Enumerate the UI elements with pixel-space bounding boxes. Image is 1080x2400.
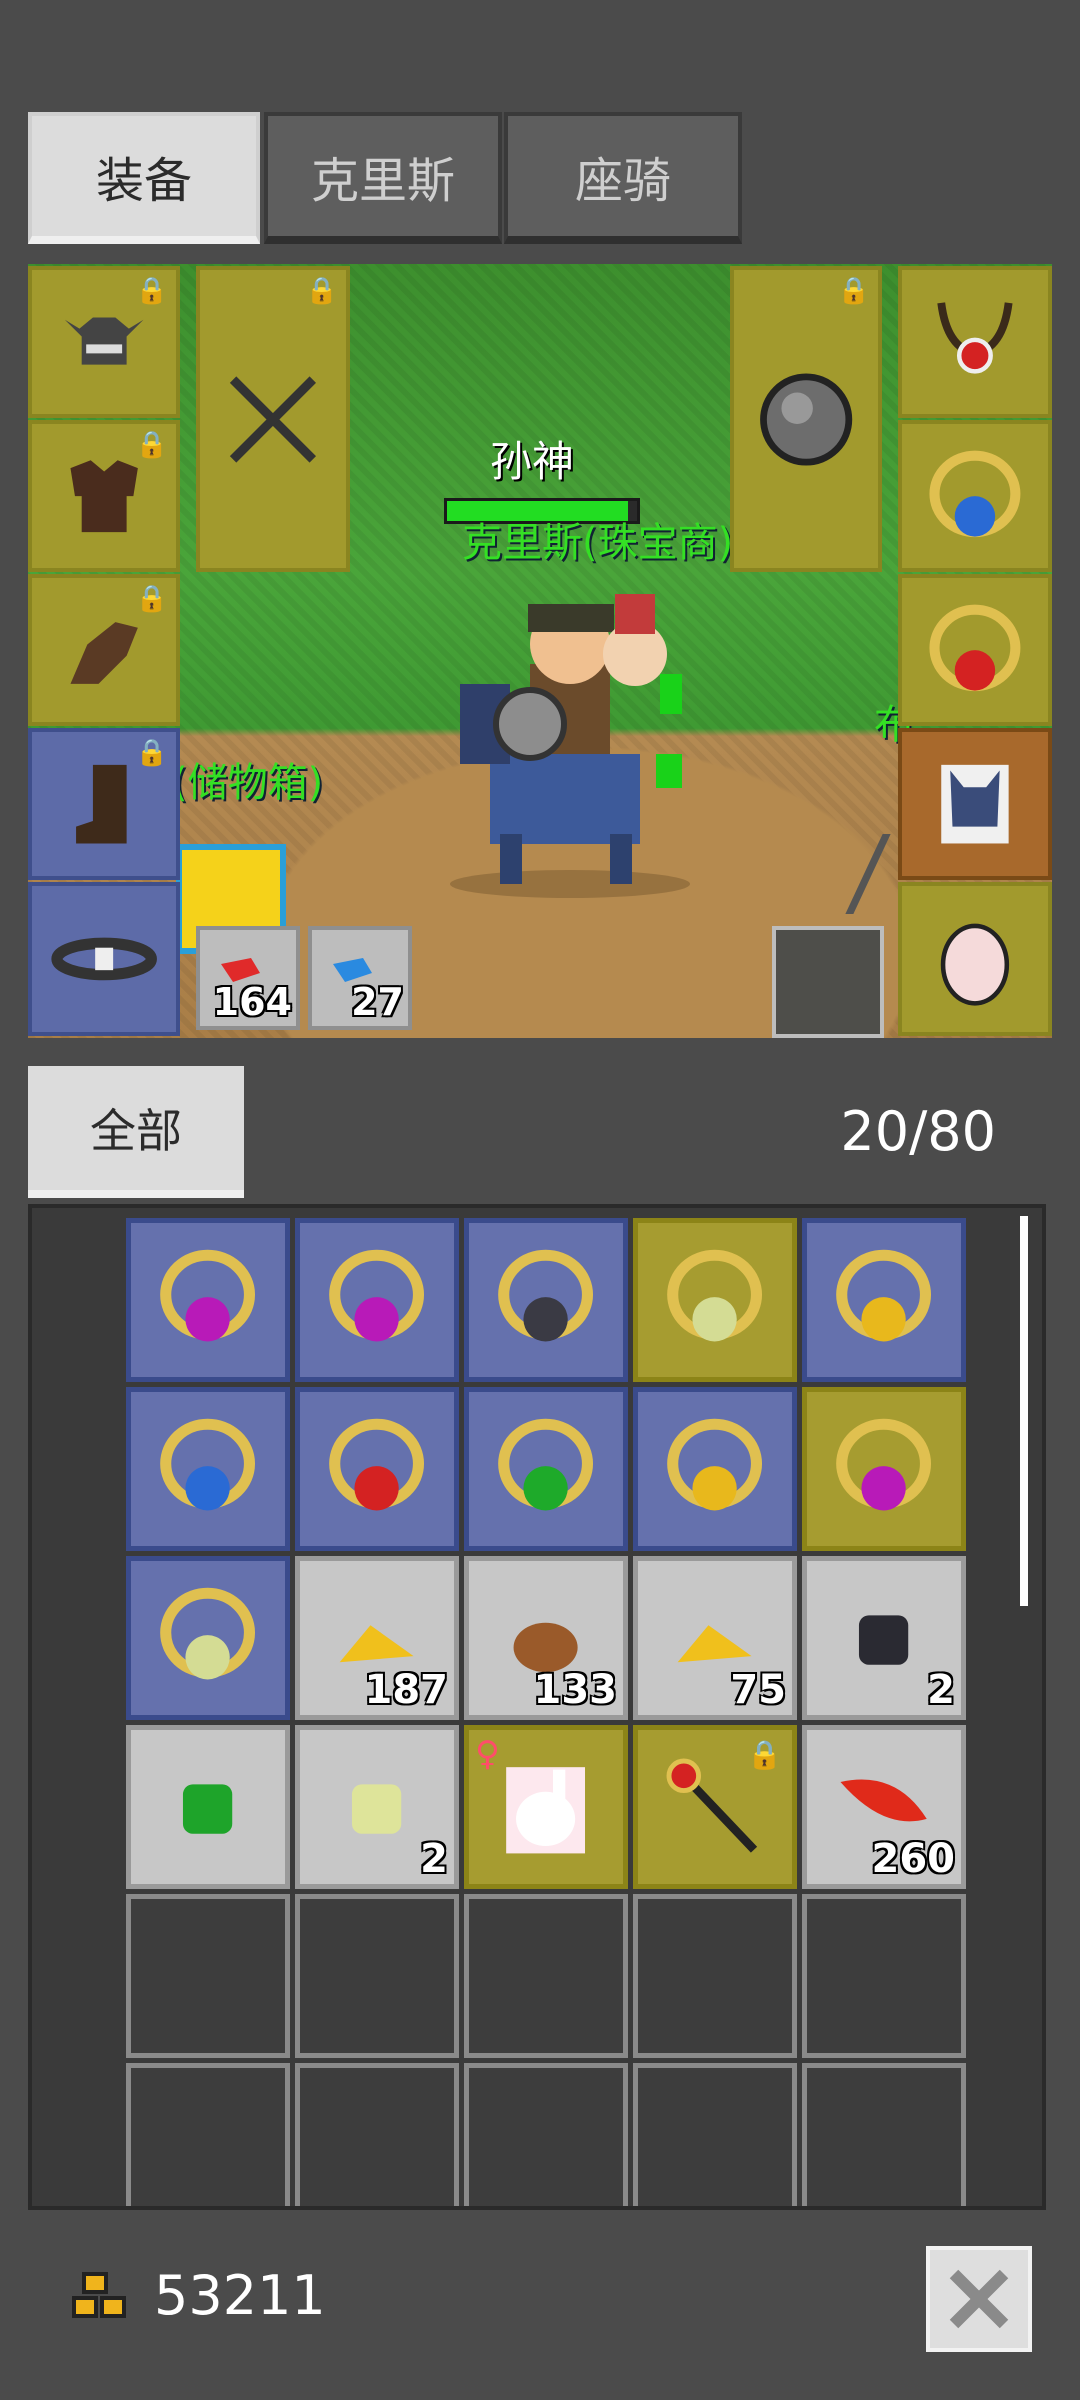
inventory-slot-empty[interactable]: [126, 1894, 290, 2058]
potion-count: 164: [212, 980, 292, 1024]
inventory-scrollbar[interactable]: [1020, 1216, 1028, 1606]
item-count: 133: [533, 1667, 618, 1713]
lock-icon: 🔒: [135, 276, 168, 306]
inventory-slot-empty[interactable]: [802, 2063, 966, 2206]
green-gem-icon: [183, 1784, 233, 1835]
amethyst-ring-icon: [836, 1419, 932, 1511]
inventory-slot[interactable]: [464, 1387, 628, 1551]
lock-icon: 🔒: [135, 584, 168, 614]
inventory-slot-empty[interactable]: [802, 1894, 966, 2058]
jade-ring-icon: [667, 1250, 763, 1342]
inventory-slot[interactable]: [295, 1218, 459, 1382]
inventory-slot[interactable]: [126, 1556, 290, 1720]
npc-jeweler-label: 克里斯(珠宝商): [462, 520, 734, 566]
inventory-slot[interactable]: [802, 1387, 966, 1551]
item-count: 187: [364, 1667, 449, 1713]
lock-icon: 🔒: [305, 276, 338, 306]
tab-equipment[interactable]: 装备: [28, 112, 260, 244]
inventory-slot[interactable]: [295, 1387, 459, 1551]
slot-ring-2[interactable]: [898, 574, 1052, 726]
slot-mount[interactable]: [898, 728, 1052, 880]
inventory-slot[interactable]: 133: [464, 1556, 628, 1720]
inventory-slot[interactable]: [633, 1387, 797, 1551]
inventory-slot[interactable]: 2: [802, 1556, 966, 1720]
quick-slot-red-potion[interactable]: 164: [196, 926, 300, 1030]
close-button[interactable]: [926, 2246, 1032, 2352]
slot-armor[interactable]: 🔒: [28, 420, 180, 572]
gold-amount: 53211: [154, 2264, 326, 2327]
inventory-slot[interactable]: [633, 1218, 797, 1382]
inventory-slot[interactable]: [126, 1387, 290, 1551]
inventory-slot[interactable]: 260: [802, 1725, 966, 1889]
inventory-slot-empty[interactable]: [464, 2063, 628, 2206]
topaz-ring-icon: [836, 1250, 932, 1342]
close-icon: [949, 2269, 1009, 2329]
amethyst-ring-icon: [329, 1250, 425, 1342]
lock-icon: 🔒: [135, 430, 168, 460]
gold-coins-icon: [72, 2272, 126, 2318]
inventory-slot-empty[interactable]: [633, 1894, 797, 2058]
inventory-slot-empty[interactable]: [464, 1894, 628, 2058]
quick-slot-empty[interactable]: [772, 926, 884, 1038]
inventory-slot[interactable]: 75: [633, 1556, 797, 1720]
potion-count: 27: [351, 980, 404, 1024]
item-count: 75: [730, 1667, 786, 1713]
inventory-slot-empty[interactable]: [633, 2063, 797, 2206]
slot-necklace[interactable]: [898, 266, 1052, 418]
tab-kris[interactable]: 克里斯: [264, 112, 502, 244]
slot-belt[interactable]: [28, 882, 180, 1036]
inventory-grid[interactable]: 187 133 75 2 2 ♀ 🔒 260: [28, 1204, 1046, 2210]
slot-gloves[interactable]: 🔒: [28, 574, 180, 726]
slot-ring-1[interactable]: [898, 420, 1052, 572]
sapphire-ring-icon: [160, 1419, 256, 1511]
rabbit-pet-icon: [506, 1767, 586, 1854]
pet-egg-icon: [940, 923, 1010, 1006]
inventory-slot[interactable]: 187: [295, 1556, 459, 1720]
mount-portrait-icon: [941, 764, 1009, 844]
round-shield-icon: [759, 372, 853, 466]
filter-all-button[interactable]: 全部: [28, 1066, 244, 1198]
inventory-capacity: 20/80: [840, 1100, 996, 1163]
lock-icon: 🔒: [135, 738, 168, 768]
player-character-sprite: [450, 594, 690, 898]
item-count: 2: [420, 1836, 448, 1882]
jade-ring-icon: [160, 1588, 256, 1680]
inventory-slot[interactable]: 🔒: [633, 1725, 797, 1889]
item-count: 260: [871, 1836, 956, 1882]
slot-pet[interactable]: [898, 882, 1052, 1036]
emerald-ring-icon: [498, 1419, 594, 1511]
inventory-slot-empty[interactable]: [295, 2063, 459, 2206]
crossed-swords-icon: [229, 375, 317, 463]
sapphire-ring-icon: [929, 450, 1021, 537]
inventory-slot[interactable]: 2: [295, 1725, 459, 1889]
slot-weapon[interactable]: 🔒: [196, 266, 350, 572]
item-count: 2: [927, 1667, 955, 1713]
ruby-necklace-icon: [937, 302, 1013, 374]
amethyst-ring-icon: [160, 1250, 256, 1342]
inventory-slot-empty[interactable]: [126, 2063, 290, 2206]
inventory-slot-empty[interactable]: [295, 1894, 459, 2058]
player-name: 孙神: [490, 437, 575, 486]
lock-icon: 🔒: [747, 1738, 782, 1771]
slot-helmet[interactable]: 🔒: [28, 266, 180, 418]
gender-icon: ♀: [475, 1734, 500, 1774]
slot-shield[interactable]: 🔒: [730, 266, 882, 572]
ruby-ring-icon: [929, 604, 1021, 691]
inventory-slot[interactable]: [802, 1218, 966, 1382]
quick-slot-blue-potion[interactable]: 27: [308, 926, 412, 1030]
tab-mount[interactable]: 座骑: [504, 112, 742, 244]
slot-boots[interactable]: 🔒: [28, 728, 180, 880]
inventory-slot[interactable]: [464, 1218, 628, 1382]
inventory-slot[interactable]: [126, 1218, 290, 1382]
lock-icon: 🔒: [837, 276, 870, 306]
npc-storage-label: (储物箱): [172, 760, 324, 806]
topaz-ring-icon: [667, 1419, 763, 1511]
inventory-slot[interactable]: ♀: [464, 1725, 628, 1889]
ruby-ring-icon: [329, 1419, 425, 1511]
inventory-slot[interactable]: [126, 1725, 290, 1889]
belt-icon: [51, 937, 157, 981]
onyx-ring-icon: [498, 1250, 594, 1342]
